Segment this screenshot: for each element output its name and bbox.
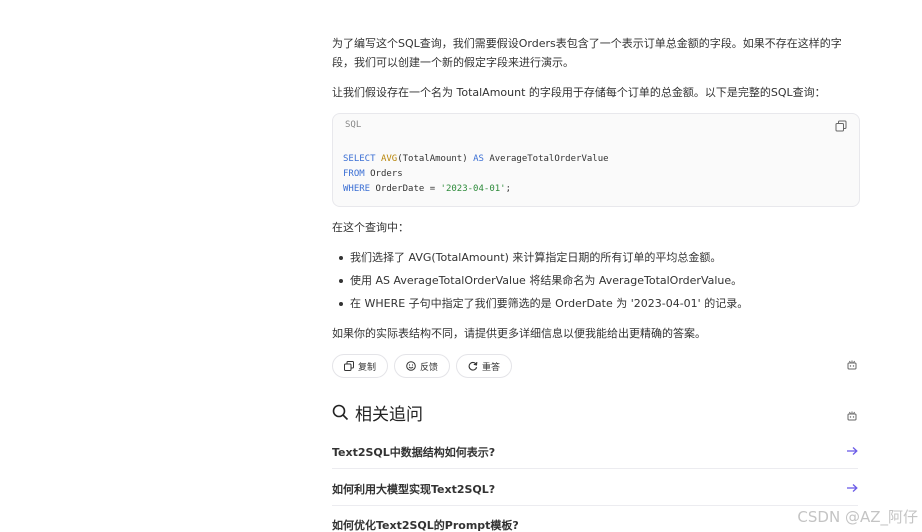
code-string: '2023-04-01' [440, 184, 506, 194]
code-function: AVG [380, 154, 398, 164]
code-header: SQL [333, 114, 859, 138]
arrow-right-icon [847, 447, 858, 455]
copy-icon [344, 361, 354, 371]
related-question-text: 如何优化Text2SQL的Prompt模板? [332, 519, 519, 532]
code-text: (TotalAmount) [397, 154, 474, 164]
code-line-3: WHERE OrderDate = '2023-04-01'; [343, 182, 609, 197]
code-block: SQL SELECT AVG(TotalAmount) AS AverageTo… [332, 113, 860, 207]
list-item: 我们选择了 AVG(TotalAmount) 来计算指定日期的所有订单的平均总金… [332, 246, 858, 269]
code-content: SELECT AVG(TotalAmount) AS AverageTotalO… [343, 152, 609, 197]
search-icon [332, 404, 349, 421]
answer-paragraph-4: 如果你的实际表结构不同，请提供更多详细信息以便我能给出更精确的答案。 [332, 327, 706, 340]
copy-button[interactable]: 复制 [332, 354, 389, 378]
bot-icon[interactable] [846, 359, 858, 371]
related-question-text: 如何利用大模型实现Text2SQL? [332, 483, 496, 496]
code-keyword: SELECT [343, 154, 376, 164]
copy-icon[interactable] [835, 120, 847, 132]
refresh-icon [468, 361, 478, 371]
watermark: CSDN @AZ_阿仔 [797, 508, 918, 526]
related-question-text: Text2SQL中数据结构如何表示? [332, 446, 496, 459]
list-item: 使用 AS AverageTotalOrderValue 将结果命名为 Aver… [332, 269, 858, 292]
code-keyword: AS [473, 154, 484, 164]
cut-off-heading-glyphs: — — — [342, 8, 389, 14]
code-language-label: SQL [345, 120, 362, 130]
related-questions-title: 相关追问 [332, 400, 423, 425]
answer-paragraph-3: 在这个查询中： [332, 221, 409, 234]
related-question-item[interactable]: 如何利用大模型实现Text2SQL? [332, 471, 858, 506]
code-keyword: WHERE [343, 184, 371, 194]
smile-icon [406, 361, 416, 371]
code-line-1: SELECT AVG(TotalAmount) AS AverageTotalO… [343, 152, 609, 167]
code-text: AverageTotalOrderValue [483, 154, 609, 164]
related-title-text: 相关追问 [355, 405, 423, 425]
code-line-2: FROM Orders [343, 167, 609, 182]
code-keyword: FROM [343, 169, 365, 179]
code-text: Orders [364, 169, 403, 179]
answer-paragraph-2: 让我们假设存在一个名为 TotalAmount 的字段用于存储每个订单的总金额。… [332, 86, 826, 99]
arrow-right-icon [847, 484, 858, 492]
bot-icon[interactable] [846, 410, 858, 422]
list-item: 在 WHERE 子句中指定了我们要筛选的是 OrderDate 为 '2023-… [332, 292, 858, 315]
cut-off-heading: — — — [342, 8, 402, 20]
feedback-label: 反馈 [420, 362, 439, 373]
feedback-button[interactable]: 反馈 [394, 354, 451, 378]
answer-paragraph-1: 为了编写这个SQL查询，我们需要假设Orders表包含了一个表示订单总金额的字段… [332, 37, 842, 69]
related-question-item[interactable]: 如何优化Text2SQL的Prompt模板? [332, 512, 858, 532]
answer-actions: 复制 反馈 重答 [332, 354, 513, 378]
related-question-item[interactable]: Text2SQL中数据结构如何表示? [332, 434, 858, 469]
retry-label: 重答 [482, 362, 501, 373]
code-text: OrderDate = [370, 184, 441, 194]
copy-label: 复制 [358, 362, 377, 373]
explanation-list: 我们选择了 AVG(TotalAmount) 来计算指定日期的所有订单的平均总金… [332, 246, 858, 315]
code-text: ; [505, 184, 511, 194]
retry-button[interactable]: 重答 [456, 354, 513, 378]
